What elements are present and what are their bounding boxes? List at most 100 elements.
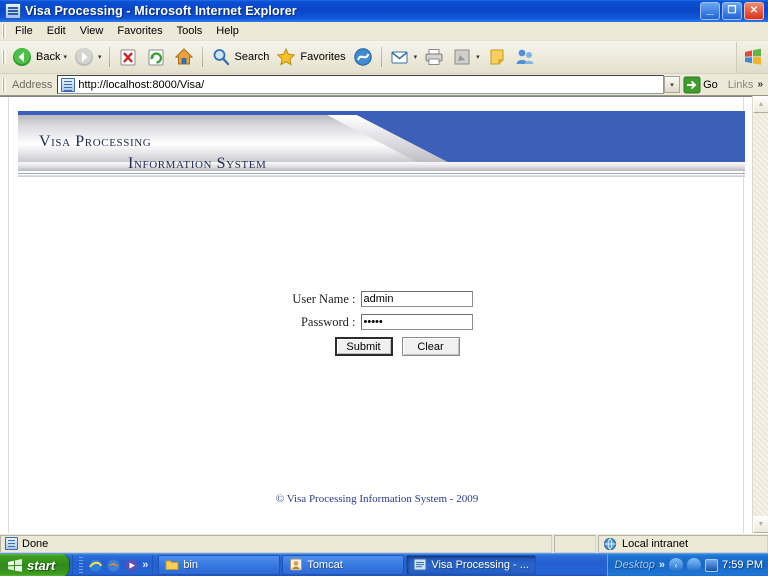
web-page: Visa Processing Information System User …	[0, 97, 752, 533]
refresh-icon	[145, 46, 167, 68]
menu-item-file[interactable]: File	[8, 23, 40, 39]
password-input[interactable]	[360, 314, 473, 330]
messenger-button[interactable]	[511, 44, 539, 70]
search-icon	[210, 46, 232, 68]
navigation-toolbar: Back ▾ ▾ Search Favorites ▾ ▾	[0, 41, 768, 74]
scroll-down-button[interactable]: ▼	[753, 516, 768, 533]
password-label: Password :	[300, 314, 356, 329]
home-button[interactable]	[170, 44, 198, 70]
print-button[interactable]	[420, 44, 448, 70]
page-footer: © Visa Processing Information System - 2…	[275, 493, 479, 505]
security-zone-label: Local intranet	[622, 537, 689, 550]
chevron-right-icon: »	[757, 79, 763, 90]
mail-button[interactable]: ▾	[386, 44, 421, 70]
scroll-up-button[interactable]: ▲	[753, 96, 768, 113]
star-icon	[275, 46, 297, 68]
title-bar: Visa Processing - Microsoft Internet Exp…	[0, 0, 768, 22]
taskbar-item-bin[interactable]: bin	[158, 555, 281, 575]
chevron-down-icon: ▼	[757, 521, 765, 528]
quick-launch-chevron[interactable]: »	[142, 559, 148, 571]
taskbar-item-visa-processing[interactable]: Visa Processing - ...	[406, 555, 536, 575]
username-input[interactable]	[360, 291, 473, 307]
printer-icon	[423, 46, 445, 68]
home-icon	[173, 46, 195, 68]
tray-desktop-label[interactable]: Desktop	[615, 559, 655, 571]
mail-icon	[389, 46, 411, 68]
chevron-up-icon: ▲	[757, 101, 765, 108]
toolbar-grip[interactable]	[2, 50, 6, 64]
menu-item-help[interactable]: Help	[209, 23, 246, 39]
globe-icon	[603, 537, 617, 551]
ie-page-icon	[5, 3, 21, 19]
form-buttons: Submit Clear	[49, 337, 745, 356]
refresh-button[interactable]	[142, 44, 170, 70]
notes-icon	[486, 46, 508, 68]
go-arrow-icon	[683, 76, 701, 94]
edit-button[interactable]: ▾	[448, 44, 483, 70]
address-grip[interactable]	[2, 77, 6, 92]
menu-item-view[interactable]: View	[73, 23, 111, 39]
page-icon	[61, 77, 76, 92]
ie-icon	[413, 558, 427, 572]
minimize-button[interactable]: _	[700, 2, 720, 20]
back-button[interactable]: Back ▾	[8, 44, 70, 70]
address-label: Address	[12, 78, 53, 91]
address-bar: Address http://localhost:8000/Visa/ ▾ Go…	[0, 74, 768, 96]
clock[interactable]: 7:59 PM	[722, 559, 763, 571]
taskbar-item-tomcat[interactable]: Tomcat	[282, 555, 405, 575]
stop-icon	[117, 46, 139, 68]
restore-icon: ❐	[727, 5, 737, 16]
search-button[interactable]: Search	[207, 44, 273, 70]
media-button[interactable]	[349, 44, 377, 70]
tray-network-icon[interactable]	[687, 558, 702, 572]
firefox-quicklaunch-icon[interactable]	[106, 558, 121, 573]
menu-item-tools[interactable]: Tools	[170, 23, 210, 39]
vertical-scrollbar[interactable]: ▲ ▼	[752, 96, 768, 533]
start-button[interactable]: start	[0, 553, 71, 576]
tomcat-icon	[289, 558, 303, 572]
username-label: User Name :	[292, 291, 356, 306]
tray-chevron-icon[interactable]: »	[659, 559, 665, 571]
restore-button[interactable]: ❐	[722, 2, 742, 20]
show-hidden-icons-button[interactable]: ‹	[669, 558, 684, 572]
edit-icon	[451, 46, 473, 68]
forward-dropdown-icon[interactable]: ▾	[98, 53, 102, 61]
back-dropdown-icon[interactable]: ▾	[63, 53, 67, 61]
stop-button[interactable]	[114, 44, 142, 70]
menu-grip[interactable]	[2, 24, 6, 38]
window-controls: _ ❐ ✕	[700, 2, 766, 20]
banner-title-line2: Information System	[128, 155, 267, 172]
menu-item-edit[interactable]: Edit	[40, 23, 73, 39]
scrollbar-track[interactable]	[753, 113, 768, 516]
links-button[interactable]: Links »	[723, 79, 768, 91]
submit-button[interactable]: Submit	[334, 337, 393, 356]
links-label: Links	[727, 78, 754, 91]
favorites-button[interactable]: Favorites	[272, 44, 348, 70]
status-message-pane: Done	[0, 534, 552, 553]
status-pane-2	[554, 534, 596, 553]
system-tray: Desktop » ‹ 7:59 PM	[606, 553, 768, 576]
notes-button[interactable]	[483, 44, 511, 70]
banner-rule-2	[18, 175, 745, 177]
ie-quicklaunch-icon[interactable]	[88, 558, 103, 573]
status-message: Done	[22, 537, 49, 550]
page-content: Visa Processing Information System User …	[8, 97, 745, 533]
status-bar: Done Local intranet	[0, 533, 768, 553]
address-input[interactable]: http://localhost:8000/Visa/	[57, 75, 665, 94]
forward-button[interactable]: ▾	[70, 44, 105, 70]
taskbar: start » bin Tomcat Visa Processing - ...…	[0, 553, 768, 576]
taskbar-item-label: Visa Processing - ...	[431, 559, 529, 571]
quick-launch-grip[interactable]	[79, 557, 84, 573]
close-button[interactable]: ✕	[744, 2, 764, 20]
quick-launch-bar: »	[72, 554, 154, 576]
address-dropdown-button[interactable]: ▾	[664, 76, 681, 93]
go-button[interactable]: Go	[681, 75, 723, 95]
media-quicklaunch-icon[interactable]	[124, 558, 139, 573]
windows-flag-icon	[736, 41, 768, 73]
mail-dropdown-icon[interactable]: ▾	[414, 53, 418, 61]
tray-app-icon[interactable]	[705, 558, 719, 572]
menu-item-favorites[interactable]: Favorites	[110, 23, 169, 39]
browser-window: Visa Processing - Microsoft Internet Exp…	[0, 0, 768, 576]
clear-button[interactable]: Clear	[401, 337, 460, 356]
edit-dropdown-icon[interactable]: ▾	[476, 53, 480, 61]
